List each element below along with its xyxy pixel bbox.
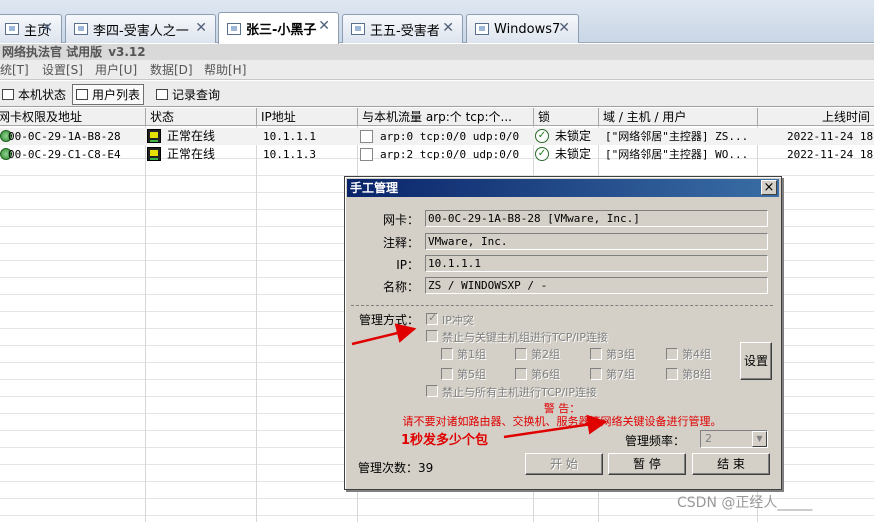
- arrow-to-freq: [503, 414, 608, 439]
- arrow-to-ip-conflict: [351, 323, 417, 346]
- watermark: CSDN @正经人_____: [677, 495, 813, 511]
- annotation-text: 1秒发多少个包: [401, 433, 489, 448]
